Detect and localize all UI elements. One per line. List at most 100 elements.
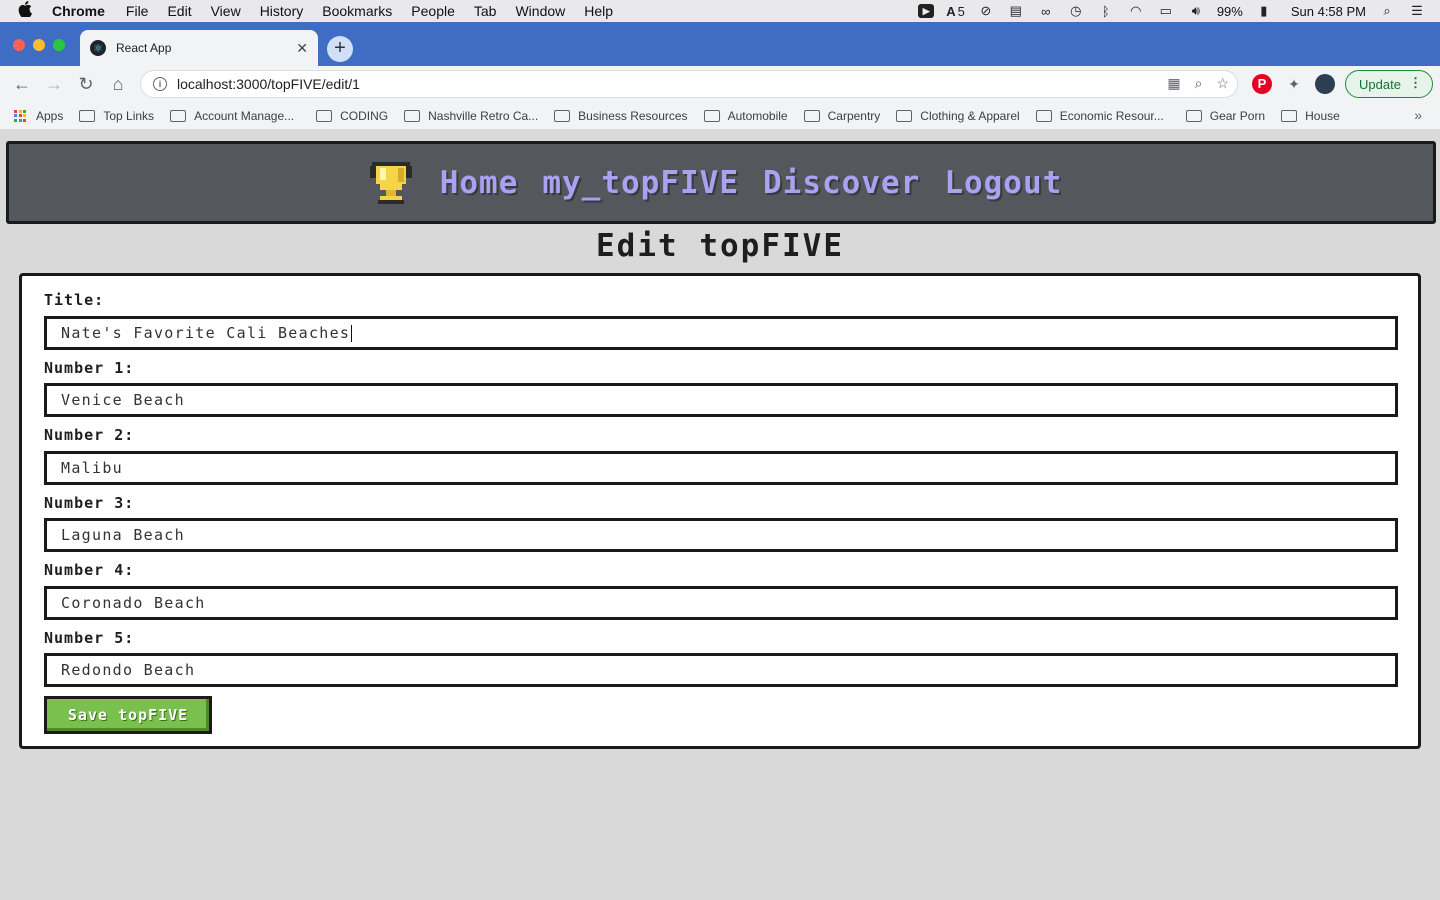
forward-arrow-icon[interactable]: → bbox=[43, 73, 65, 95]
update-label: Update bbox=[1359, 76, 1401, 92]
window-minimize-button[interactable] bbox=[33, 39, 45, 51]
bookmark-folder[interactable]: Nashville Retro Ca... bbox=[404, 109, 538, 123]
address-bar[interactable]: i localhost:3000/topFIVE/edit/1 ▦ ⌕ ☆ bbox=[140, 70, 1238, 98]
apple-icon[interactable] bbox=[18, 1, 36, 21]
bookmark-label: House bbox=[1305, 108, 1340, 123]
react-logo-icon: ⚛ bbox=[90, 40, 106, 56]
bookmark-folder[interactable]: Gear Porn bbox=[1185, 108, 1266, 123]
title-label: Title: bbox=[44, 291, 105, 309]
menu-app-name[interactable]: Chrome bbox=[52, 3, 105, 19]
adobe-badge: 5 bbox=[957, 3, 965, 19]
browser-toolbar: ← → ↻ ⌂ i localhost:3000/topFIVE/edit/1 … bbox=[0, 66, 1440, 102]
save-topfive-button[interactable]: Save topFIVE bbox=[44, 696, 212, 734]
bookmark-label: Carpentry bbox=[827, 108, 881, 123]
back-arrow-icon[interactable]: ← bbox=[11, 73, 33, 95]
spotlight-search-icon[interactable]: ⌕ bbox=[1378, 3, 1396, 19]
title-input[interactable]: Nate's Favorite Cali Beaches bbox=[44, 316, 1398, 350]
folder-icon bbox=[316, 109, 333, 122]
window-zoom-button[interactable] bbox=[53, 39, 65, 51]
clipboard-icon[interactable]: ▤ bbox=[1007, 3, 1025, 19]
number-4-input[interactable]: Coronado Beach bbox=[44, 586, 1398, 620]
apps-grid-icon bbox=[14, 109, 26, 122]
number-3-input[interactable]: Laguna Beach bbox=[44, 518, 1398, 552]
url-text[interactable]: localhost:3000/topFIVE/edit/1 bbox=[177, 76, 360, 92]
edit-form-card: Title: Nate's Favorite Cali Beaches Numb… bbox=[19, 273, 1421, 749]
bookmark-label: Clothing & Apparel bbox=[920, 108, 1020, 123]
airplay-icon[interactable]: ▭ bbox=[1157, 3, 1175, 19]
number-2-value: Malibu bbox=[61, 459, 123, 477]
number-5-input[interactable]: Redondo Beach bbox=[44, 653, 1398, 687]
folder-icon bbox=[1281, 109, 1298, 122]
wifi-icon[interactable]: ◠ bbox=[1127, 3, 1145, 19]
bluetooth-icon[interactable]: ᛒ bbox=[1097, 3, 1115, 19]
bookmarks-bar: Apps Top Links Account Manage... CODING … bbox=[0, 102, 1440, 130]
notification-center-icon[interactable]: ☰ bbox=[1408, 3, 1426, 19]
number-2-input[interactable]: Malibu bbox=[44, 451, 1398, 485]
menu-people[interactable]: People bbox=[411, 3, 455, 19]
number-1-input[interactable]: Venice Beach bbox=[44, 383, 1398, 417]
profile-avatar[interactable] bbox=[1315, 74, 1335, 94]
reload-icon[interactable]: ↻ bbox=[75, 73, 97, 95]
trophy-icon[interactable] bbox=[368, 158, 414, 208]
bookmark-star-icon[interactable]: ☆ bbox=[1216, 75, 1229, 92]
status-tray: ▶ A 5 ⊘ ▤ ∞ ◷ ᛒ ◠ ▭ 🔊︎ 99% ▮ Sun 4:58 PM… bbox=[918, 0, 1426, 22]
folder-icon bbox=[1185, 109, 1202, 122]
nav-home-link[interactable]: Home bbox=[440, 165, 519, 201]
menu-history[interactable]: History bbox=[260, 3, 304, 19]
battery-icon[interactable]: ▮ bbox=[1255, 3, 1273, 19]
menu-tab[interactable]: Tab bbox=[474, 3, 497, 19]
menu-view[interactable]: View bbox=[211, 3, 241, 19]
macos-menu-bar: Chrome File Edit View History Bookmarks … bbox=[0, 0, 1440, 22]
folder-icon bbox=[404, 109, 421, 122]
volume-icon[interactable]: 🔊︎ bbox=[1187, 3, 1205, 19]
number-4-label: Number 4: bbox=[44, 561, 135, 579]
folder-icon bbox=[703, 109, 720, 122]
menu-bookmarks[interactable]: Bookmarks bbox=[322, 3, 392, 19]
adobe-icon[interactable]: A 5 bbox=[946, 3, 965, 19]
focus-icon[interactable]: ⊘ bbox=[977, 3, 995, 19]
update-button[interactable]: Update ⋮ bbox=[1345, 70, 1433, 98]
bookmark-folder[interactable]: Carpentry bbox=[803, 108, 881, 123]
time-machine-icon[interactable]: ◷ bbox=[1067, 3, 1085, 19]
bookmark-folder[interactable]: CODING bbox=[316, 109, 388, 123]
tab-react-app[interactable]: ⚛ React App ✕ bbox=[80, 30, 318, 66]
zoom-icon[interactable]: ▶ bbox=[918, 4, 935, 18]
nav-discover-link[interactable]: Discover bbox=[763, 165, 920, 201]
bookmark-label: Business Resources bbox=[578, 108, 688, 123]
bookmark-folder[interactable]: Economic Resour... bbox=[1035, 109, 1164, 123]
home-icon[interactable]: ⌂ bbox=[107, 73, 129, 95]
glasses-icon[interactable]: ∞ bbox=[1037, 3, 1055, 19]
bookmark-folder[interactable]: Clothing & Apparel bbox=[896, 108, 1020, 123]
clock[interactable]: Sun 4:58 PM bbox=[1291, 4, 1366, 19]
folder-icon bbox=[896, 109, 913, 122]
pinterest-extension-icon[interactable]: P bbox=[1252, 74, 1272, 94]
number-2-label: Number 2: bbox=[44, 426, 135, 444]
bookmark-label: Gear Porn bbox=[1209, 108, 1266, 123]
tab-title: React App bbox=[116, 41, 172, 55]
nav-logout-link[interactable]: Logout bbox=[944, 165, 1062, 201]
site-info-icon[interactable]: i bbox=[153, 77, 167, 91]
extensions-puzzle-icon[interactable]: ✦ bbox=[1284, 74, 1304, 94]
bookmarks-overflow-icon[interactable]: » bbox=[1414, 107, 1422, 123]
menu-edit[interactable]: Edit bbox=[167, 3, 191, 19]
bookmark-folder[interactable]: Top Links bbox=[79, 109, 154, 123]
menu-file[interactable]: File bbox=[126, 3, 149, 19]
folder-icon bbox=[170, 109, 187, 122]
tab-close-icon[interactable]: ✕ bbox=[296, 40, 308, 57]
zoom-magnifier-icon[interactable]: ⌕ bbox=[1195, 75, 1203, 92]
bookmark-label: Top Links bbox=[103, 108, 155, 123]
window-close-button[interactable] bbox=[13, 39, 25, 51]
nav-my-topfive-link[interactable]: my_topFIVE bbox=[542, 165, 739, 201]
battery-percent: 99% bbox=[1216, 3, 1243, 19]
bookmark-folder[interactable]: House bbox=[1281, 109, 1340, 123]
bookmark-folder[interactable]: Account Manage... bbox=[170, 109, 294, 123]
bookmark-folder[interactable]: Business Resources bbox=[554, 108, 688, 123]
new-tab-button[interactable]: + bbox=[327, 36, 353, 62]
menu-window[interactable]: Window bbox=[515, 3, 565, 19]
bookmark-folder[interactable]: Automobile bbox=[703, 109, 788, 123]
number-5-label: Number 5: bbox=[44, 629, 135, 647]
bookmark-apps[interactable]: Apps bbox=[14, 109, 63, 123]
qr-code-icon[interactable]: ▦ bbox=[1167, 75, 1180, 92]
more-menu-icon[interactable]: ⋮ bbox=[1409, 75, 1422, 91]
menu-help[interactable]: Help bbox=[584, 3, 613, 19]
